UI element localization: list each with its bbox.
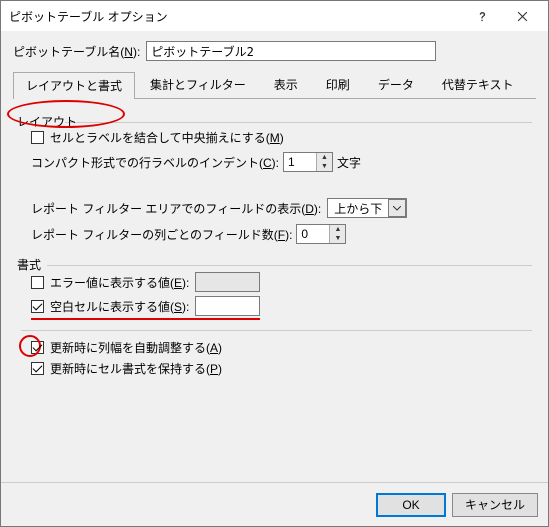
ok-button[interactable]: OK — [376, 493, 446, 517]
merge-labels-checkbox[interactable] — [31, 131, 44, 144]
indent-row: コンパクト形式での行ラベルのインデント(C): ▲▼ 文字 — [31, 152, 532, 172]
dialog-body: ピボットテーブル名(N): レイアウトと書式 集計とフィルター 表示 印刷 デー… — [1, 31, 548, 482]
blank-value-input[interactable] — [195, 296, 260, 316]
close-icon — [517, 11, 528, 22]
filter-display-value: 上から下 — [328, 200, 388, 217]
filter-cols-row: レポート フィルターの列ごとのフィールド数(F): ▲▼ — [31, 224, 532, 244]
cancel-button[interactable]: キャンセル — [452, 493, 538, 517]
help-icon — [477, 11, 488, 22]
autofit-checkbox[interactable] — [31, 341, 44, 354]
autofit-row: 更新時に列幅を自動調整する(A) — [31, 339, 532, 356]
spinner-down-icon[interactable]: ▼ — [317, 162, 332, 171]
error-value-label: エラー値に表示する値(E): — [50, 274, 189, 291]
indent-unit: 文字 — [337, 154, 361, 171]
merge-labels-label: セルとラベルを結合して中央揃えにする(M) — [50, 129, 284, 146]
preserve-row: 更新時にセル書式を保持する(P) — [31, 360, 532, 377]
merge-labels-row: セルとラベルを結合して中央揃えにする(M) — [31, 129, 532, 146]
spinner-up-icon[interactable]: ▲ — [317, 153, 332, 162]
separator — [21, 330, 532, 331]
spinner-up-icon[interactable]: ▲ — [330, 225, 345, 234]
window-title: ピボットテーブル オプション — [9, 8, 462, 25]
tab-data[interactable]: データ — [365, 71, 427, 98]
pivot-name-label: ピボットテーブル名(N): — [13, 43, 140, 60]
tab-strip: レイアウトと書式 集計とフィルター 表示 印刷 データ 代替テキスト — [13, 71, 536, 99]
preserve-label: 更新時にセル書式を保持する(P) — [50, 360, 222, 377]
preserve-checkbox[interactable] — [31, 362, 44, 375]
tab-display[interactable]: 表示 — [261, 71, 311, 98]
indent-label: コンパクト形式での行ラベルのインデント(C): — [31, 154, 279, 171]
pivot-name-input[interactable] — [146, 41, 436, 61]
chevron-down-icon — [388, 199, 406, 217]
filter-display-row: レポート フィルター エリアでのフィールドの表示(D): 上から下 — [31, 198, 532, 218]
filter-display-select[interactable]: 上から下 — [327, 198, 407, 218]
error-value-input — [195, 272, 260, 292]
filter-cols-spinner[interactable]: ▲▼ — [296, 224, 346, 244]
blank-value-checkbox[interactable] — [31, 300, 44, 313]
close-button[interactable] — [502, 2, 542, 30]
indent-value[interactable] — [284, 153, 316, 171]
pivot-name-row: ピボットテーブル名(N): — [13, 41, 536, 61]
spinner-down-icon[interactable]: ▼ — [330, 234, 345, 243]
error-value-checkbox[interactable] — [31, 276, 44, 289]
help-button[interactable] — [462, 2, 502, 30]
autofit-label: 更新時に列幅を自動調整する(A) — [50, 339, 222, 356]
tab-layout-format[interactable]: レイアウトと書式 — [13, 72, 135, 99]
dialog-footer: OK キャンセル — [1, 482, 548, 526]
filter-cols-label: レポート フィルターの列ごとのフィールド数(F): — [31, 226, 292, 243]
blank-value-row: 空白セルに表示する値(S): — [31, 296, 532, 320]
tab-print[interactable]: 印刷 — [313, 71, 363, 98]
title-bar: ピボットテーブル オプション — [1, 1, 548, 31]
indent-spinner[interactable]: ▲▼ — [283, 152, 333, 172]
blank-value-label: 空白セルに表示する値(S): — [50, 298, 189, 315]
tab-totals-filters[interactable]: 集計とフィルター — [137, 71, 259, 98]
error-value-row: エラー値に表示する値(E): — [31, 272, 532, 292]
filter-cols-value[interactable] — [297, 225, 329, 243]
tab-content: レイアウト セルとラベルを結合して中央揃えにする(M) コンパクト形式での行ラベ… — [13, 99, 536, 482]
filter-display-label: レポート フィルター エリアでのフィールドの表示(D): — [31, 200, 321, 217]
tab-alt-text[interactable]: 代替テキスト — [429, 71, 527, 98]
